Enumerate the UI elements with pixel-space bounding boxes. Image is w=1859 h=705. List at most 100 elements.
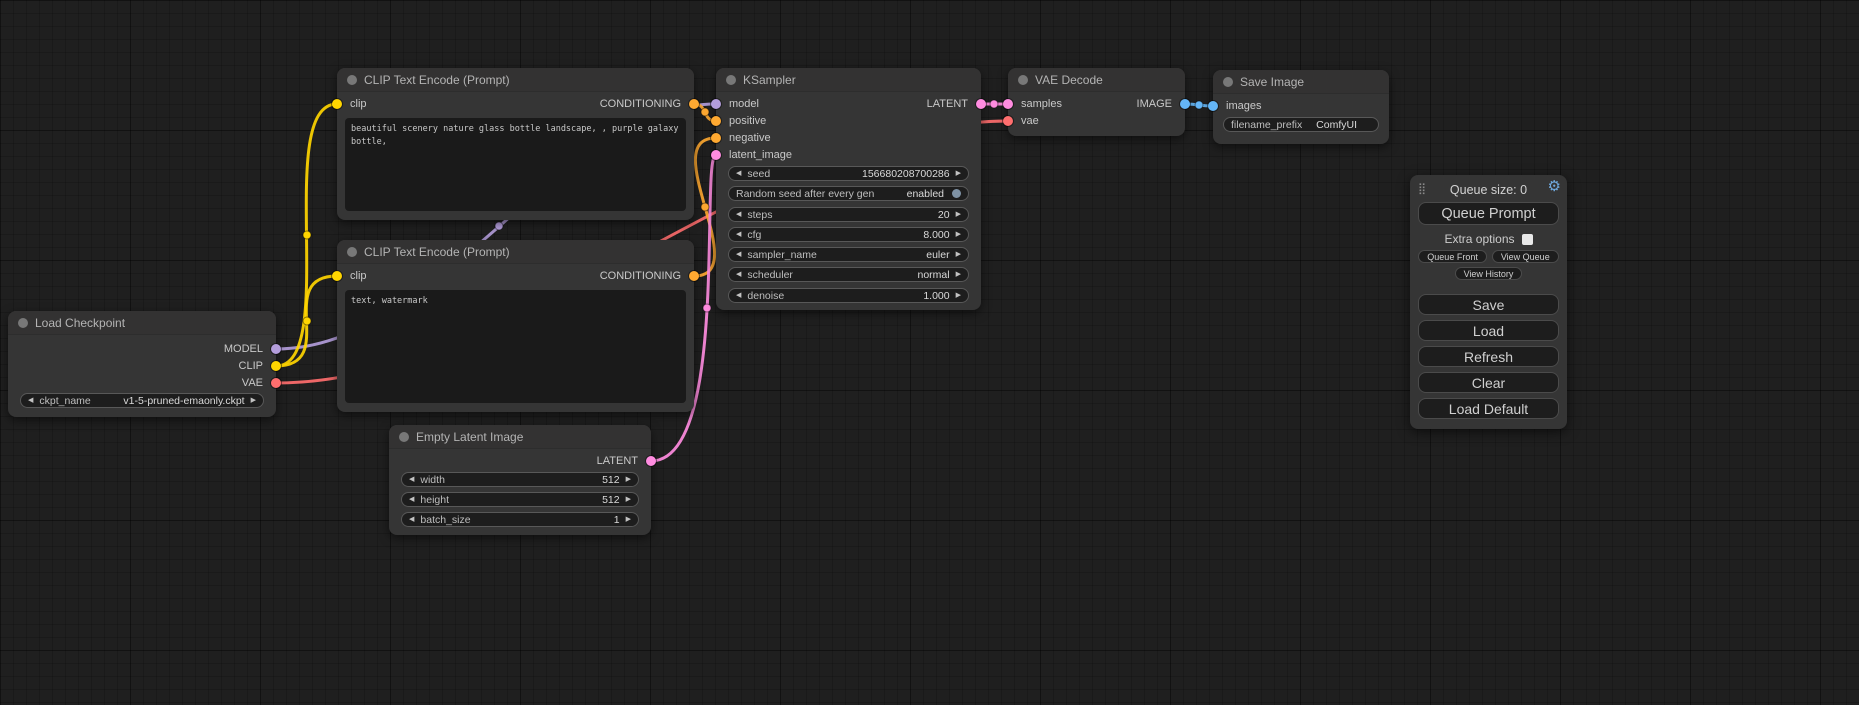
widget-random-seed-toggle[interactable]: Random seed after every gen enabled: [728, 186, 969, 201]
output-slot-latent[interactable]: [646, 456, 656, 466]
widget-filename-prefix[interactable]: filename_prefix ComfyUI: [1223, 117, 1379, 132]
prompt-textarea[interactable]: text, watermark: [345, 290, 686, 403]
node-load-checkpoint[interactable]: Load Checkpoint MODEL CLIP VAE ◀ ckpt_na…: [8, 311, 276, 417]
input-slot-vae[interactable]: [1003, 116, 1013, 126]
arrow-right-icon[interactable]: ▶: [956, 248, 961, 261]
widget-steps[interactable]: ◀ steps 20 ▶: [728, 207, 969, 222]
slot-row: model LATENT: [716, 96, 981, 112]
arrow-right-icon[interactable]: ▶: [251, 394, 256, 407]
widget-cfg[interactable]: ◀ cfg 8.000 ▶: [728, 227, 969, 242]
queue-front-button[interactable]: Queue Front: [1418, 250, 1487, 263]
arrow-left-icon[interactable]: ◀: [736, 208, 741, 221]
widget-width[interactable]: ◀ width 512 ▶: [401, 472, 639, 487]
node-title-bar[interactable]: VAE Decode: [1008, 68, 1185, 92]
output-label-conditioning: CONDITIONING: [600, 98, 681, 110]
view-history-button[interactable]: View History: [1455, 267, 1523, 280]
arrow-left-icon[interactable]: ◀: [736, 228, 741, 241]
slot-row: LATENT: [389, 453, 651, 469]
input-slot-images[interactable]: [1208, 101, 1218, 111]
node-title: VAE Decode: [1035, 73, 1103, 87]
input-slot-clip[interactable]: [332, 99, 342, 109]
arrow-right-icon[interactable]: ▶: [956, 268, 961, 281]
arrow-right-icon[interactable]: ▶: [956, 289, 961, 302]
output-slot-vae[interactable]: [271, 378, 281, 388]
widget-value: normal: [918, 269, 950, 281]
collapse-dot[interactable]: [347, 247, 357, 257]
node-title-bar[interactable]: CLIP Text Encode (Prompt): [337, 240, 694, 264]
node-title-bar[interactable]: KSampler: [716, 68, 981, 92]
arrow-left-icon[interactable]: ◀: [736, 248, 741, 261]
widget-height[interactable]: ◀ height 512 ▶: [401, 492, 639, 507]
widget-ckpt-name[interactable]: ◀ ckpt_name v1-5-pruned-emaonly.ckpt ▶: [20, 393, 264, 408]
output-slot-conditioning[interactable]: [689, 99, 699, 109]
node-save-image[interactable]: Save Image images filename_prefix ComfyU…: [1213, 70, 1389, 144]
node-vae-decode[interactable]: VAE Decode samples IMAGE vae: [1008, 68, 1185, 136]
arrow-left-icon[interactable]: ◀: [736, 167, 741, 180]
input-slot-latent-image[interactable]: [711, 150, 721, 160]
widget-seed[interactable]: ◀ seed 156680208700286 ▶: [728, 166, 969, 181]
node-title-bar[interactable]: Save Image: [1213, 70, 1389, 94]
arrow-right-icon[interactable]: ▶: [626, 513, 631, 526]
collapse-dot[interactable]: [18, 318, 28, 328]
input-slot-model[interactable]: [711, 99, 721, 109]
node-graph-canvas[interactable]: Load Checkpoint MODEL CLIP VAE ◀ ckpt_na…: [0, 0, 1859, 705]
node-title-bar[interactable]: CLIP Text Encode (Prompt): [337, 68, 694, 92]
input-slot-clip[interactable]: [332, 271, 342, 281]
output-slot-conditioning[interactable]: [689, 271, 699, 281]
node-title: Save Image: [1240, 75, 1304, 89]
collapse-dot[interactable]: [1223, 77, 1233, 87]
collapse-dot[interactable]: [1018, 75, 1028, 85]
arrow-right-icon[interactable]: ▶: [626, 473, 631, 486]
output-slot-image[interactable]: [1180, 99, 1190, 109]
extra-options-checkbox[interactable]: [1522, 234, 1533, 245]
arrow-left-icon[interactable]: ◀: [736, 289, 741, 302]
widget-label: ckpt_name: [39, 395, 90, 407]
arrow-left-icon[interactable]: ◀: [736, 268, 741, 281]
view-queue-button[interactable]: View Queue: [1492, 250, 1559, 263]
output-slot-model[interactable]: [271, 344, 281, 354]
input-label-samples: samples: [1021, 98, 1062, 110]
queue-prompt-button[interactable]: Queue Prompt: [1418, 202, 1559, 225]
widget-value: 1.000: [923, 290, 949, 302]
drag-handle-icon[interactable]: ⣿: [1418, 182, 1426, 195]
settings-gear-icon[interactable]: ⚙: [1548, 179, 1561, 194]
clear-button[interactable]: Clear: [1418, 372, 1559, 393]
widget-label: scheduler: [747, 269, 793, 281]
node-title: CLIP Text Encode (Prompt): [364, 245, 510, 259]
node-title-bar[interactable]: Load Checkpoint: [8, 311, 276, 335]
output-slot-clip[interactable]: [271, 361, 281, 371]
history-row: View History: [1418, 267, 1559, 280]
prompt-textarea[interactable]: beautiful scenery nature glass bottle la…: [345, 118, 686, 211]
node-empty-latent-image[interactable]: Empty Latent Image LATENT ◀ width 512 ▶ …: [389, 425, 651, 535]
queue-menu-panel[interactable]: ⣿ Queue size: 0 ⚙ Queue Prompt Extra opt…: [1410, 175, 1567, 429]
arrow-right-icon[interactable]: ▶: [956, 208, 961, 221]
node-ksampler[interactable]: KSampler model LATENT positive negative …: [716, 68, 981, 310]
collapse-dot[interactable]: [347, 75, 357, 85]
input-slot-negative[interactable]: [711, 133, 721, 143]
output-slot-latent[interactable]: [976, 99, 986, 109]
arrow-left-icon[interactable]: ◀: [409, 513, 414, 526]
arrow-right-icon[interactable]: ▶: [956, 167, 961, 180]
widget-sampler-name[interactable]: ◀ sampler_name euler ▶: [728, 247, 969, 262]
toggle-dot[interactable]: [952, 189, 961, 198]
save-button[interactable]: Save: [1418, 294, 1559, 315]
refresh-button[interactable]: Refresh: [1418, 346, 1559, 367]
arrow-right-icon[interactable]: ▶: [956, 228, 961, 241]
node-clip-text-encode-negative[interactable]: CLIP Text Encode (Prompt) clip CONDITION…: [337, 240, 694, 412]
node-clip-text-encode-positive[interactable]: CLIP Text Encode (Prompt) clip CONDITION…: [337, 68, 694, 220]
arrow-left-icon[interactable]: ◀: [28, 394, 33, 407]
collapse-dot[interactable]: [399, 432, 409, 442]
input-label-model: model: [729, 98, 759, 110]
arrow-right-icon[interactable]: ▶: [626, 493, 631, 506]
arrow-left-icon[interactable]: ◀: [409, 473, 414, 486]
node-title-bar[interactable]: Empty Latent Image: [389, 425, 651, 449]
input-slot-samples[interactable]: [1003, 99, 1013, 109]
collapse-dot[interactable]: [726, 75, 736, 85]
widget-batch-size[interactable]: ◀ batch_size 1 ▶: [401, 512, 639, 527]
load-default-button[interactable]: Load Default: [1418, 398, 1559, 419]
widget-denoise[interactable]: ◀ denoise 1.000 ▶: [728, 288, 969, 303]
widget-scheduler[interactable]: ◀ scheduler normal ▶: [728, 267, 969, 282]
input-slot-positive[interactable]: [711, 116, 721, 126]
load-button[interactable]: Load: [1418, 320, 1559, 341]
arrow-left-icon[interactable]: ◀: [409, 493, 414, 506]
